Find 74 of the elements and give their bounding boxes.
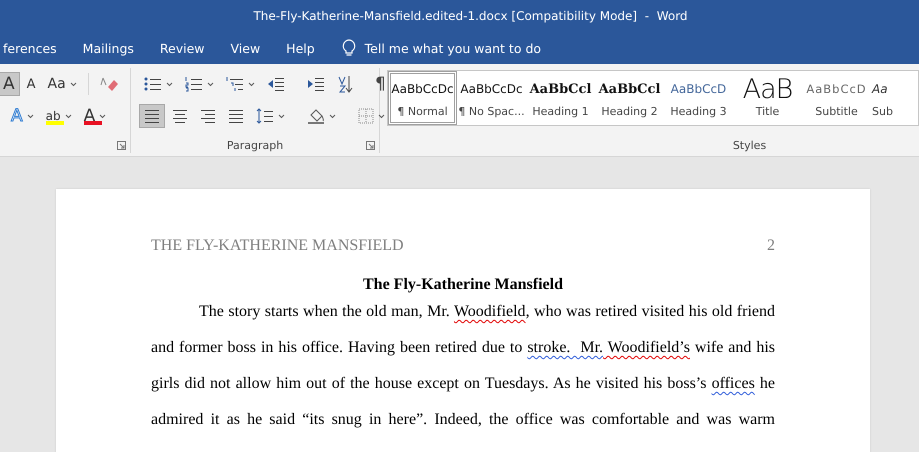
style-item[interactable]: AaBbCcDc ¶ Normal (388, 71, 457, 125)
paragraph-line: and former boss in his office. Having been retired due to stroke. Mr. Woodifield’s wife and his (151, 338, 775, 358)
document-title: The Fly-Katherine Mansfield (362, 275, 564, 295)
decrease-indent-icon (267, 76, 285, 92)
style-label: Title (756, 105, 780, 118)
group-label: Styles (732, 138, 766, 152)
caret-icon (70, 82, 77, 86)
style-preview: AaBbCcl (530, 80, 592, 98)
font-color-button[interactable]: A (78, 104, 112, 128)
caret-icon (278, 114, 285, 118)
increase-indent-icon (307, 76, 325, 92)
paragraph-line: The story starts when the old man, Mr. Woodifield, who was retired visited his old friend (198, 302, 775, 322)
borders-icon (358, 108, 374, 124)
style-item[interactable]: AaBbCcDc ¶ No Spac... (457, 71, 526, 125)
grow-font-button[interactable]: A (0, 72, 20, 96)
caret-icon (207, 82, 214, 86)
shrink-font-button[interactable]: A (22, 72, 41, 96)
style-label: ¶ No Spac... (458, 105, 525, 118)
bulleted-list-icon (144, 76, 162, 92)
style-label: Heading 3 (670, 105, 727, 118)
style-preview: AaBbCcDc (460, 81, 523, 98)
line-spacing-icon (256, 108, 274, 124)
shading-icon (307, 107, 325, 125)
dialog-launcher-icon (117, 141, 126, 150)
dialog-launcher-icon (366, 141, 375, 150)
justify-icon (228, 109, 244, 123)
style-label: Heading 2 (601, 105, 658, 118)
style-preview: AaB (742, 78, 792, 100)
multilevel-list-icon (226, 76, 244, 92)
style-label: Heading 1 (532, 105, 589, 118)
paragraph-line: girls did not allow him out of the house except on Tuesdays. As he visited his boss’s offices he (151, 374, 775, 394)
window-title: The-Fly-Katherine-Mansfield.edited-1.docx [Compatibility Mode] - Word (252, 9, 688, 23)
style-item[interactable]: AaBbCcl Heading 2 (595, 71, 664, 125)
caret-icon (248, 82, 255, 86)
align-left-button[interactable] (139, 104, 165, 128)
eraser-icon (100, 75, 118, 93)
tell-me-field[interactable]: Tell me what you want to do (342, 39, 542, 57)
align-center-icon (172, 109, 188, 123)
style-preview: AaBbCcD (670, 81, 726, 98)
style-label: Subtitle (815, 105, 858, 118)
highlight-button[interactable]: ab (40, 104, 77, 128)
caret-icon (166, 82, 173, 86)
style-item[interactable]: AaB Title (733, 71, 802, 125)
change-case-button[interactable]: Aa (42, 72, 82, 96)
caret-icon (329, 114, 336, 118)
style-item[interactable]: AaBbCcl Heading 1 (526, 71, 595, 125)
ribbon-tab[interactable]: ferences (0, 32, 70, 64)
caret-icon (99, 114, 106, 118)
sort-icon (337, 75, 353, 93)
style-preview: AaBbCcl (598, 80, 660, 98)
style-label: ¶ Normal (397, 105, 448, 118)
caret-icon (26, 114, 34, 118)
style-preview: Aa (872, 81, 889, 98)
lightbulb-icon (342, 39, 356, 57)
group-label: Paragraph (226, 138, 284, 152)
style-item[interactable]: Aa Sub (871, 71, 909, 125)
style-item[interactable]: AaBbCcD Subtitle (802, 71, 871, 125)
show-marks-button[interactable]: ¶ (370, 72, 391, 96)
ribbon-tab[interactable]: Mailings (70, 32, 147, 64)
style-item[interactable]: AaBbCcD Heading 3 (664, 71, 733, 125)
paragraph-line: admired it as he said “its snug in here”. Indeed, the office was comfortable and was warm (151, 410, 775, 430)
ribbon-tab[interactable]: Help (273, 32, 328, 64)
caret-icon (64, 114, 72, 118)
ribbon-tab[interactable]: Review (146, 32, 218, 64)
align-right-icon (200, 109, 216, 123)
page-number: 2 (767, 236, 775, 256)
style-preview: AaBbCcD (806, 81, 867, 98)
numbered-list-icon (185, 76, 203, 92)
align-left-icon (144, 109, 160, 123)
ribbon-tab[interactable]: View (218, 32, 274, 64)
style-preview: AaBbCcDc (391, 81, 454, 98)
running-header: THE FLY-KATHERINE MANSFIELD (151, 236, 404, 256)
caret-icon (378, 114, 385, 118)
style-label: Sub (872, 105, 893, 118)
